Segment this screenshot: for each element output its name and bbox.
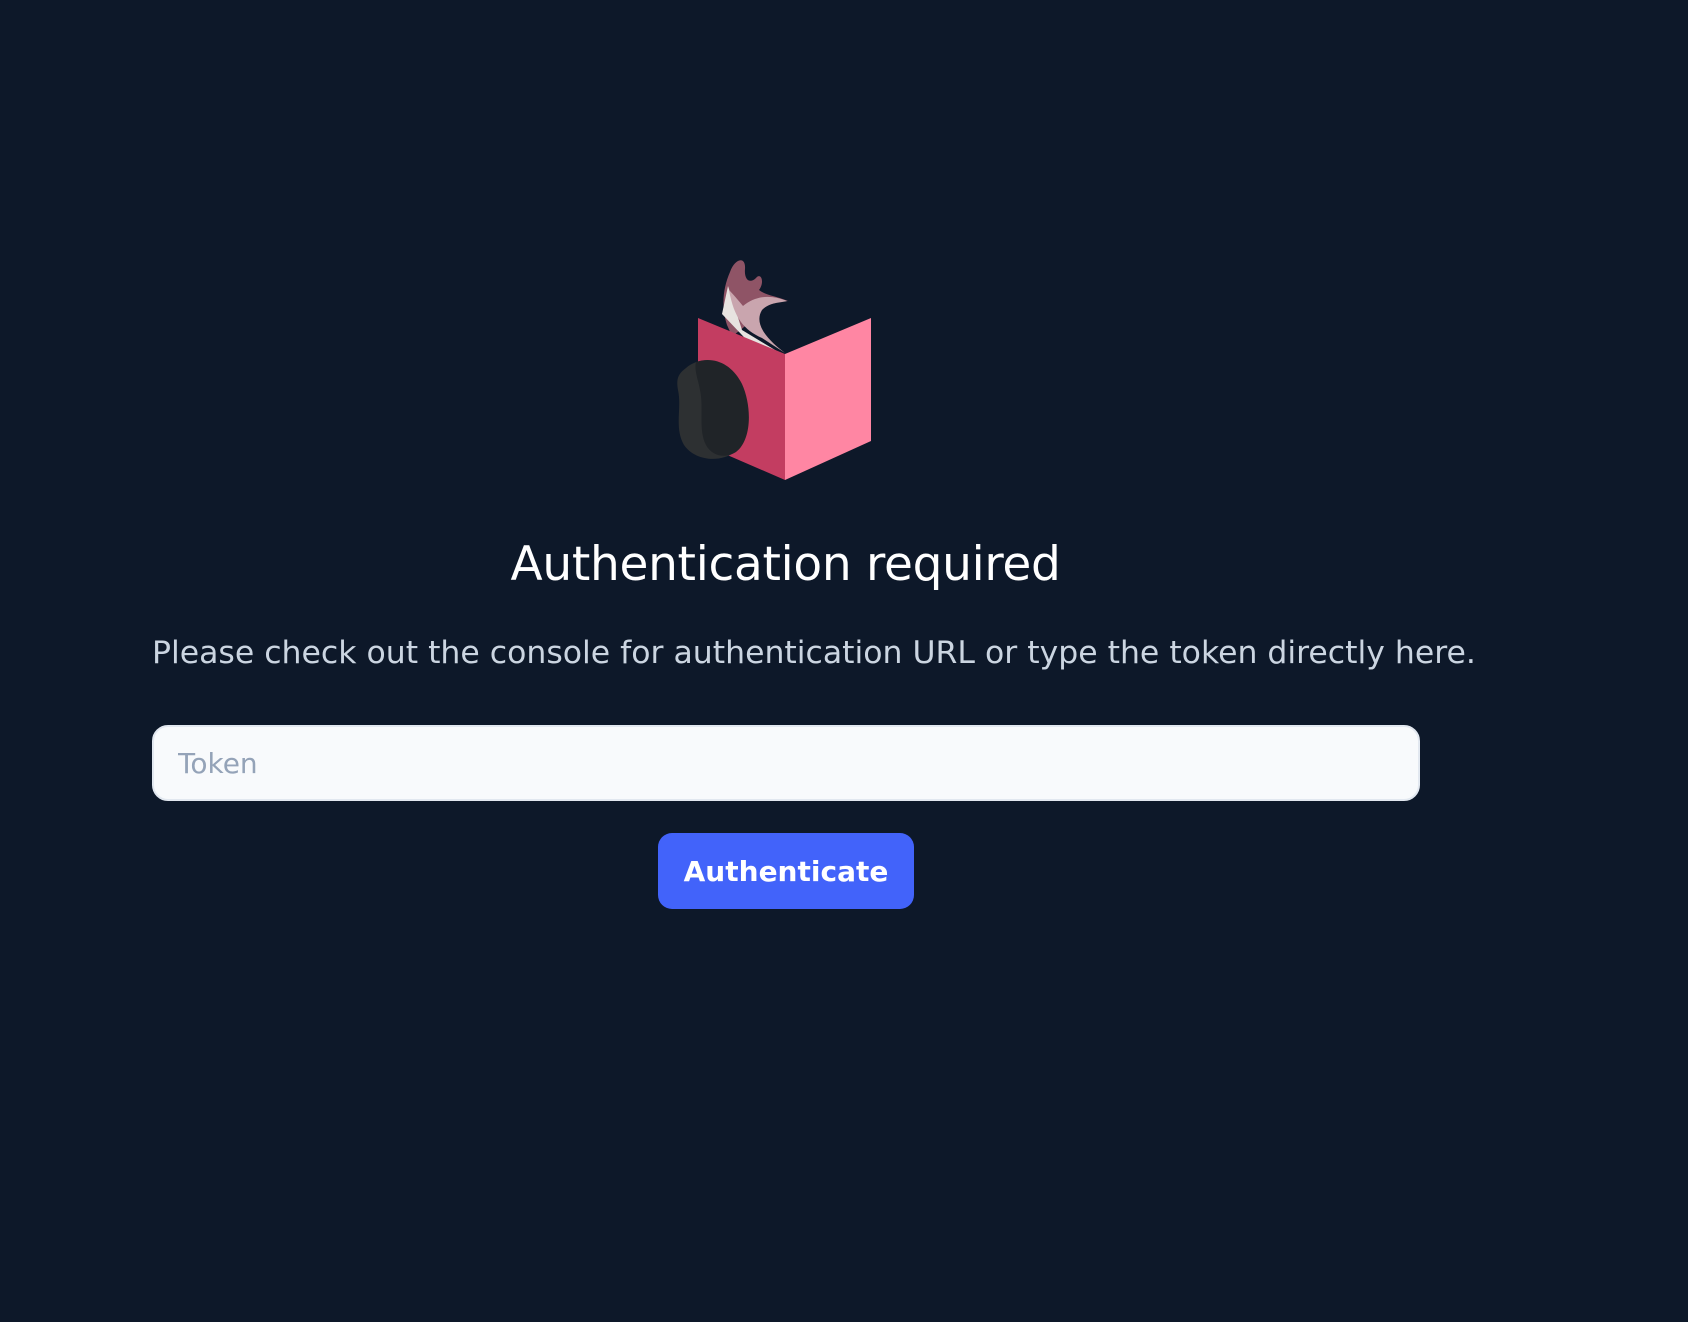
reading-fox-book-icon (677, 260, 871, 480)
page-title: Authentication required (510, 537, 1061, 592)
token-input[interactable] (152, 725, 1420, 801)
auth-description: Please check out the console for authent… (152, 635, 1476, 671)
auth-page: Authentication required Please check out… (0, 0, 1688, 1322)
authenticate-button[interactable]: Authenticate (658, 833, 914, 909)
